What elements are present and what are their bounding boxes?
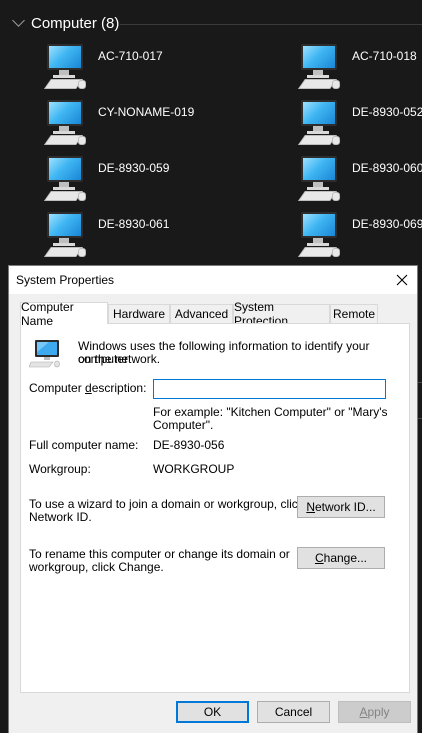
close-button[interactable] — [387, 266, 417, 294]
apply-button[interactable]: Apply — [338, 701, 411, 723]
computer-icon — [44, 212, 90, 257]
close-icon — [396, 274, 408, 286]
computer-network-icon — [29, 340, 60, 368]
computer-icon — [44, 156, 90, 201]
computer-name: AC-710-017 — [98, 49, 163, 63]
ok-button[interactable]: OK — [176, 701, 249, 723]
chevron-down-icon[interactable] — [12, 14, 25, 27]
computer-icon — [298, 44, 344, 89]
group-title: Computer (8) — [31, 14, 120, 32]
full-computer-name-value: DE-8930-056 — [153, 438, 225, 452]
intro-text-line2: on the network. — [78, 352, 161, 366]
explorer-window: Computer (8) AC-710-017 AC-710-018 CY-NO… — [0, 0, 422, 265]
computer-item[interactable]: AC-710-018 — [254, 44, 422, 94]
computer-name: CY-NONAME-019 — [98, 105, 195, 119]
computer-name: DE-8930-059 — [98, 161, 170, 175]
computer-item[interactable]: DE-8930-052 — [254, 100, 422, 150]
full-computer-name-label: Full computer name: — [29, 438, 139, 452]
computer-name: DE-8930-060 — [352, 161, 422, 175]
system-properties-dialog: System Properties Computer Name Hardware… — [8, 265, 418, 733]
computer-name: AC-710-018 — [352, 49, 417, 63]
group-divider — [120, 24, 422, 25]
change-button[interactable]: Change... — [297, 547, 385, 569]
tab-system-protection[interactable]: System Protection — [233, 300, 330, 328]
group-header-computer[interactable]: Computer (8) — [10, 13, 119, 33]
dialog-titlebar[interactable]: System Properties — [9, 266, 417, 294]
computer-icon — [298, 100, 344, 145]
computer-item[interactable]: DE-8930-069 — [254, 212, 422, 262]
computer-icon — [44, 100, 90, 145]
wizard-text-line2: Network ID. — [29, 510, 92, 524]
workgroup-value: WORKGROUP — [153, 462, 235, 476]
computer-item[interactable]: DE-8930-059 — [0, 156, 200, 206]
example-text-line2: Computer". — [153, 418, 214, 432]
dialog-title: System Properties — [16, 273, 115, 287]
tab-remote[interactable]: Remote — [330, 304, 378, 323]
tab-hardware[interactable]: Hardware — [108, 304, 170, 323]
computer-icon — [44, 44, 90, 89]
computer-item[interactable]: DE-8930-060 — [254, 156, 422, 206]
computer-icon — [298, 156, 344, 201]
computer-name: DE-8930-061 — [98, 217, 170, 231]
computer-name: DE-8930-052 — [352, 105, 422, 119]
computer-item[interactable]: CY-NONAME-019 — [0, 100, 200, 150]
computer-icon — [298, 212, 344, 257]
computer-description-label: Computer description: — [29, 381, 147, 395]
tab-advanced[interactable]: Advanced — [170, 304, 233, 323]
cancel-button[interactable]: Cancel — [257, 701, 330, 723]
tab-computer-name[interactable]: Computer Name — [20, 300, 108, 328]
computer-description-input[interactable] — [153, 379, 386, 399]
rename-text-line2: workgroup, click Change. — [29, 560, 164, 574]
network-id-button[interactable]: Network ID... — [297, 496, 385, 518]
computer-item[interactable]: DE-8930-061 — [0, 212, 200, 262]
workgroup-label: Workgroup: — [29, 462, 91, 476]
computer-name: DE-8930-069 — [352, 217, 422, 231]
computer-item[interactable]: AC-710-017 — [0, 44, 200, 94]
